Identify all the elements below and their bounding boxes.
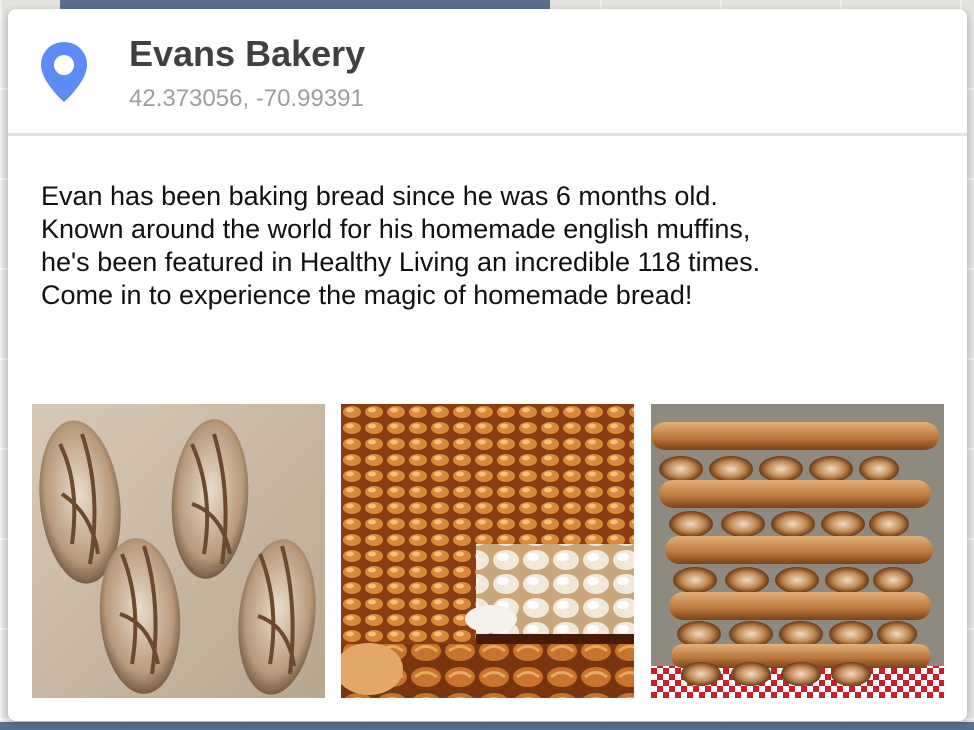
map-pin-icon — [41, 42, 87, 102]
info-window: Evans Bakery 42.373056, -70.99391 Evan h… — [8, 9, 967, 721]
place-title: Evans Bakery — [129, 33, 366, 74]
info-window-header: Evans Bakery 42.373056, -70.99391 — [8, 9, 967, 136]
photo-sourdough-loaves[interactable] — [32, 404, 325, 698]
place-description: Evan has been baking bread since he was … — [41, 180, 941, 312]
map-road — [0, 722, 974, 730]
description-line: Known around the world for his homemade … — [41, 214, 751, 244]
description-line: Evan has been baking bread since he was … — [41, 181, 718, 211]
photo-pastry-display[interactable] — [341, 404, 634, 698]
place-coordinates: 42.373056, -70.99391 — [129, 85, 364, 112]
photo-stacked-baguettes[interactable] — [651, 404, 944, 698]
description-line: Come in to experience the magic of homem… — [41, 280, 693, 310]
description-line: he's been featured in Healthy Living an … — [41, 247, 761, 277]
